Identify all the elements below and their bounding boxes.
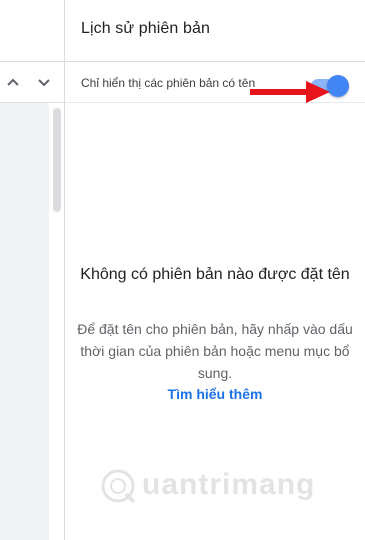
named-versions-toggle-label: Chỉ hiển thị các phiên bản có tên (81, 76, 256, 90)
watermark-logo-icon (101, 469, 136, 504)
empty-state-title: Không có phiên bản nào được đặt tên (80, 266, 350, 283)
annotation-arrow-icon (250, 81, 330, 103)
divider (65, 61, 365, 62)
app-window: Lịch sử phiên bản Chỉ hiển thị các phiên… (0, 0, 365, 540)
watermark: uantrimang (98, 462, 328, 512)
chevron-down-icon[interactable] (37, 76, 51, 88)
panel-title: Lịch sử phiên bản (81, 20, 210, 37)
watermark-text: uantrimang (142, 468, 316, 501)
scrollbar-thumb[interactable] (53, 108, 61, 212)
empty-state-description: Để đặt tên cho phiên bản, hãy nhấp vào d… (77, 321, 353, 381)
chevron-up-icon[interactable] (6, 76, 20, 88)
learn-more-link[interactable]: Tìm hiểu thêm (65, 386, 365, 402)
